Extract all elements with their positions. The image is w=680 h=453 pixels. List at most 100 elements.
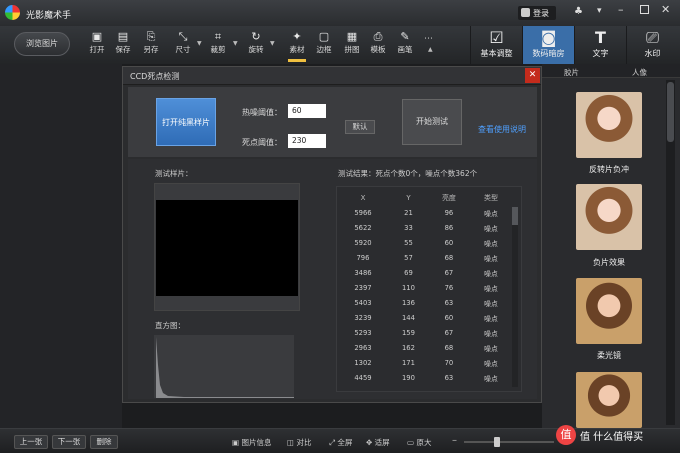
left-sidebar — [0, 64, 122, 428]
prev-image-button[interactable]: 上一张 — [14, 435, 48, 449]
material-button[interactable]: ✦ 素材 — [284, 30, 310, 55]
more-dropdown-icon[interactable]: ▲ — [428, 46, 433, 53]
table-row[interactable]: 1302 171 70 噪点 — [337, 355, 512, 370]
table-cell: 68 — [444, 343, 454, 352]
maximize-icon[interactable] — [640, 5, 649, 14]
table-cell: 噪点 — [484, 314, 498, 323]
dialog-close-button[interactable]: ✕ — [525, 68, 540, 83]
basic-adjust-icon: ☑ — [489, 28, 504, 47]
dead-threshold-input[interactable]: 230 — [288, 134, 326, 148]
brush-button[interactable]: ✎ 画笔 — [392, 30, 418, 55]
column-header: 类型 — [483, 194, 498, 202]
table-cell: 噪点 — [484, 344, 498, 353]
effect-label: 负片效果 — [593, 258, 625, 267]
next-image-button[interactable]: 下一张 — [52, 435, 86, 449]
table-cell: 110 — [401, 283, 415, 292]
column-header: X — [360, 194, 366, 202]
result-summary: 测试结果：死点个数0个，噪点个数362个 — [338, 169, 478, 178]
browse-images-button[interactable]: 浏览图片 — [14, 32, 70, 56]
material-icon: ✦ — [292, 30, 302, 43]
zoom-slider[interactable] — [464, 437, 554, 447]
table-header: X Y 亮度 类型 — [337, 191, 512, 205]
app-title: 光影魔术手 — [26, 11, 72, 21]
tab-film[interactable]: 胶片 — [564, 67, 579, 78]
tab-basic-adjust[interactable]: ☑ 基本调整 — [470, 26, 522, 64]
template-button[interactable]: ⎙ 模板 — [365, 30, 391, 55]
table-cell: 33 — [404, 223, 413, 232]
table-row[interactable]: 5622 33 86 噪点 — [337, 220, 512, 235]
menu-dropdown-icon[interactable]: ▾ — [597, 6, 602, 16]
table-cell: 86 — [444, 223, 454, 232]
compare-button[interactable]: ◫ 对比 — [287, 437, 311, 448]
table-row[interactable]: 3239 144 60 噪点 — [337, 310, 512, 325]
rotate-dropdown-icon[interactable]: ▼ — [270, 40, 275, 47]
table-row[interactable]: 2397 110 76 噪点 — [337, 280, 512, 295]
table-row[interactable]: 5920 55 60 噪点 — [337, 235, 512, 250]
rotate-button[interactable]: ↻ 旋转 — [243, 30, 269, 55]
tab-watermark[interactable]: ⎚ 水印 — [626, 26, 678, 64]
image-info-button[interactable]: ▣ 图片信息 — [232, 437, 271, 448]
tab-portrait[interactable]: 人像 — [632, 67, 647, 78]
panel-scrollbar[interactable] — [666, 80, 675, 425]
dialog-titlebar: CCD死点检测 ✕ — [123, 67, 541, 85]
save-icon: ▤ — [117, 30, 129, 43]
hot-threshold-input[interactable]: 60 — [288, 104, 326, 118]
open-button[interactable]: ▣ 打开 — [84, 30, 110, 55]
table-row[interactable]: 2963 162 68 噪点 — [337, 340, 512, 355]
result-table: X Y 亮度 类型 5966 21 96 噪点 5622 33 86 噪点 5920 55 60 噪点… — [337, 191, 512, 385]
help-link[interactable]: 查看使用说明 — [478, 124, 526, 135]
skin-icon[interactable]: ♣ — [574, 6, 583, 17]
table-cell: 57 — [404, 253, 413, 262]
crop-dropdown-icon[interactable]: ▼ — [233, 40, 238, 47]
effect-label: 柔光镜 — [597, 351, 621, 360]
table-cell: 190 — [401, 373, 415, 382]
default-button[interactable]: 默认 — [345, 120, 375, 134]
panel-tabs: 胶片 人像 — [542, 64, 680, 78]
close-icon[interactable]: ✕ — [661, 3, 670, 16]
collage-button[interactable]: ▦ 拼图 — [339, 30, 365, 55]
table-cell: 63 — [444, 373, 454, 382]
border-button[interactable]: ▢ 边框 — [311, 30, 337, 55]
histogram-graph — [156, 337, 294, 398]
watermark-icon: ⎚ — [646, 28, 659, 47]
minimize-icon[interactable]: – — [618, 3, 624, 16]
table-cell: 5966 — [354, 208, 372, 217]
brush-icon: ✎ — [400, 30, 410, 43]
tab-darkroom[interactable]: ◙ 数码暗房 — [522, 26, 574, 64]
table-row[interactable]: 5966 21 96 噪点 — [337, 205, 512, 220]
table-cell: 噪点 — [484, 239, 498, 248]
effect-thumbnail-soft-light[interactable] — [576, 278, 642, 344]
start-test-button[interactable]: 开始测试 — [402, 99, 462, 145]
table-row[interactable]: 796 57 68 噪点 — [337, 250, 512, 265]
delete-button[interactable]: 删除 — [90, 435, 118, 449]
original-size-button[interactable]: ▭ 原大 — [407, 437, 431, 448]
table-row[interactable]: 5403 136 63 噪点 — [337, 295, 512, 310]
effect-thumbnail-reversal[interactable] — [576, 92, 642, 158]
resize-dropdown-icon[interactable]: ▼ — [197, 40, 202, 47]
login-button[interactable]: 登录 — [518, 6, 556, 20]
table-cell: 噪点 — [484, 284, 498, 293]
fit-screen-button[interactable]: ✥ 适屏 — [366, 437, 390, 448]
zoom-out-icon[interactable]: – — [452, 435, 457, 446]
effect-thumbnail-negative[interactable] — [576, 184, 642, 250]
table-row[interactable]: 5293 159 67 噪点 — [337, 325, 512, 340]
effect-thumbnail-more[interactable] — [576, 372, 642, 428]
table-row[interactable]: 4459 190 63 噪点 — [337, 370, 512, 385]
crop-button[interactable]: ⌗ 裁剪 — [205, 30, 231, 55]
save-button[interactable]: ▤ 保存 — [110, 30, 136, 55]
resize-button[interactable]: ⤡ 尺寸 — [170, 30, 196, 55]
material-active-indicator — [288, 59, 306, 62]
watermark-badge-icon: 值 — [556, 425, 576, 445]
open-black-sample-button[interactable]: 打开纯黑样片 — [156, 98, 216, 146]
app-logo-icon — [5, 5, 20, 20]
fullscreen-button[interactable]: ⤢ 全屏 — [329, 437, 352, 448]
table-cell: 3239 — [354, 313, 372, 322]
resize-icon: ⤡ — [178, 30, 188, 43]
tab-text[interactable]: T 文字 — [574, 26, 626, 64]
table-cell: 67 — [444, 328, 454, 337]
more-tools-icon[interactable]: ⋯ — [424, 34, 433, 44]
zoom-slider-handle[interactable] — [494, 437, 500, 447]
result-table-scrollbar[interactable] — [512, 207, 518, 387]
save-as-button[interactable]: ⎘ 另存 — [138, 30, 164, 55]
table-row[interactable]: 3486 69 67 噪点 — [337, 265, 512, 280]
